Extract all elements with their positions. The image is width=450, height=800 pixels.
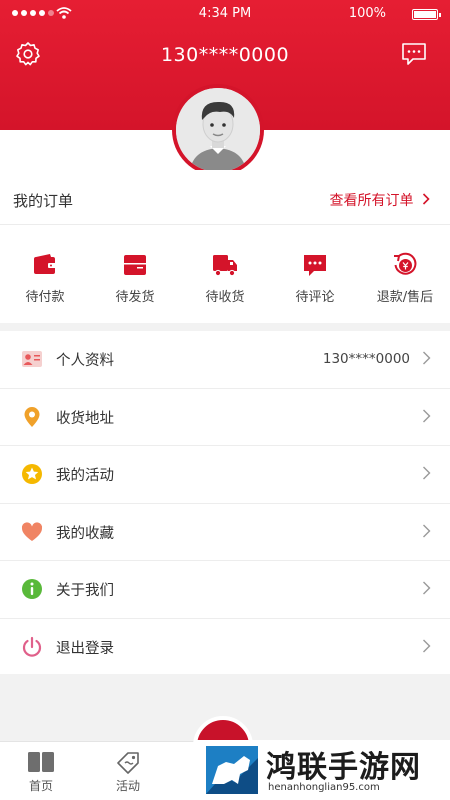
orders-panel: 我的订单 查看所有订单 待付款 待发货 待收货 待评论 退款/售后 <box>0 170 450 323</box>
chevron-right-icon <box>423 581 431 595</box>
tab-label: 活动 <box>115 779 140 793</box>
order-pending-shipment[interactable]: 待发货 <box>90 240 180 310</box>
power-icon <box>22 636 42 657</box>
order-item-label: 待付款 <box>25 290 65 305</box>
order-item-label: 待发货 <box>115 290 155 305</box>
profile-card-icon <box>22 351 42 367</box>
refund-icon <box>394 252 417 275</box>
order-item-label: 待收货 <box>205 290 245 305</box>
menu-item-label: 收货地址 <box>56 410 114 427</box>
avatar[interactable] <box>176 88 260 172</box>
status-bar: 4:34 PM 100% <box>0 0 450 28</box>
package-icon <box>124 255 146 275</box>
view-all-orders-link[interactable]: 查看所有订单 <box>330 190 430 210</box>
battery-percent: 100% <box>348 6 386 21</box>
order-item-label: 退款/售后 <box>376 290 434 305</box>
chevron-right-icon <box>422 193 430 209</box>
comment-icon <box>304 255 326 276</box>
truck-icon <box>213 255 237 277</box>
chevron-right-icon <box>423 351 431 365</box>
menu-item-about[interactable]: 关于我们 <box>0 561 450 619</box>
watermark-title: 鸿联手游网 <box>266 750 421 785</box>
menu-item-value: 130****0000 <box>322 351 410 367</box>
site-watermark: 鸿联手游网 henanhonglian95.com <box>196 740 450 800</box>
location-pin-icon <box>24 406 40 427</box>
tab-label: 首页 <box>28 779 53 793</box>
chat-bubble-icon[interactable] <box>400 40 428 68</box>
user-avatar-icon <box>176 88 260 172</box>
chevron-right-icon <box>423 409 431 422</box>
profile-screen: 4:34 PM 100% 130****0000 我的订单 查看所有订单 待付款… <box>0 0 450 800</box>
chevron-right-icon <box>423 639 431 652</box>
order-pending-receipt[interactable]: 待收货 <box>180 240 270 310</box>
info-icon <box>22 579 42 599</box>
order-pending-review[interactable]: 待评论 <box>270 240 360 310</box>
menu-item-label: 退出登录 <box>56 640 114 657</box>
menu-item-profile[interactable]: 个人资料 130****0000 <box>0 331 450 389</box>
bull-logo-icon <box>206 746 258 794</box>
orders-title: 我的订单 <box>13 192 74 210</box>
menu-item-activities[interactable]: 我的活动 <box>0 446 450 504</box>
order-status-row: 待付款 待发货 待收货 待评论 退款/售后 <box>0 240 450 310</box>
menu-item-label: 关于我们 <box>56 583 114 599</box>
orders-header: 我的订单 查看所有订单 <box>0 170 450 225</box>
wallet-icon <box>34 254 56 274</box>
star-icon <box>22 464 42 484</box>
book-icon <box>28 752 54 772</box>
heart-icon <box>21 521 43 541</box>
menu-item-address[interactable]: 收货地址 <box>0 389 450 446</box>
chevron-right-icon <box>423 466 431 480</box>
tab-home[interactable]: 首页 <box>1 742 81 800</box>
menu-item-favorites[interactable]: 我的收藏 <box>0 504 450 561</box>
menu-item-label: 我的活动 <box>56 468 114 484</box>
view-all-label: 查看所有订单 <box>329 193 414 209</box>
chevron-right-icon <box>423 524 431 537</box>
tab-activity[interactable]: 活动 <box>88 742 168 800</box>
order-item-label: 待评论 <box>295 290 335 305</box>
user-phone: 130****0000 <box>160 44 290 66</box>
settings-menu: 个人资料 130****0000 收货地址 我的活动 我的收藏 关于我们 退出登… <box>0 331 450 674</box>
tag-icon <box>117 752 139 774</box>
menu-item-logout[interactable]: 退出登录 <box>0 619 450 677</box>
order-pending-payment[interactable]: 待付款 <box>0 240 90 310</box>
watermark-url: henanhonglian95.com <box>268 782 380 793</box>
battery-icon <box>412 9 441 20</box>
menu-item-label: 我的收藏 <box>56 525 114 542</box>
menu-item-label: 个人资料 <box>56 353 114 369</box>
order-refund[interactable]: 退款/售后 <box>360 240 450 310</box>
